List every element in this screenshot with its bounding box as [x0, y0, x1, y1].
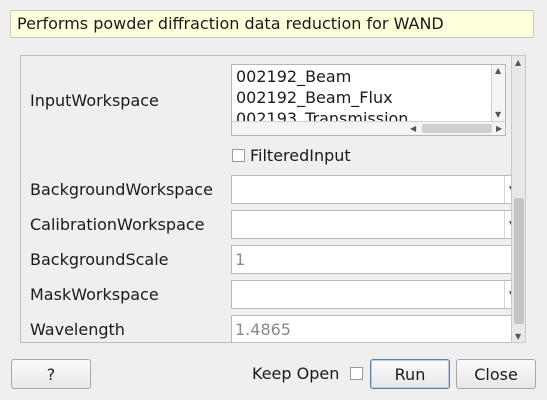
- calibration-workspace-label: CalibrationWorkspace: [30, 215, 205, 234]
- arrow-down-icon[interactable]: ▼: [495, 111, 501, 119]
- close-button[interactable]: Close: [456, 359, 536, 389]
- vertical-scroll-thumb[interactable]: [514, 198, 524, 324]
- arrow-up-icon[interactable]: ▲: [515, 59, 521, 67]
- help-button[interactable]: ?: [11, 359, 91, 389]
- panel-vertical-scrollbar[interactable]: ▲ ▼: [511, 55, 526, 343]
- input-workspace-label: InputWorkspace: [30, 91, 159, 110]
- filtered-input-checkbox[interactable]: [232, 149, 245, 162]
- wavelength-input[interactable]: 1.4865: [231, 315, 521, 342]
- arrow-left-icon[interactable]: ◀: [410, 125, 416, 133]
- arrow-down-icon[interactable]: ▼: [515, 333, 521, 341]
- keep-open-label: Keep Open: [252, 364, 340, 383]
- mask-workspace-combo[interactable]: ▼: [231, 280, 521, 309]
- keep-open-checkbox[interactable]: [350, 367, 363, 380]
- list-item[interactable]: 002192_Beam: [236, 66, 351, 87]
- list-item[interactable]: 002192_Beam_Flux: [236, 87, 393, 108]
- filtered-input-label: FilteredInput: [250, 146, 351, 165]
- arrow-right-icon[interactable]: ▶: [496, 125, 502, 133]
- horizontal-scroll-thumb[interactable]: [422, 124, 492, 133]
- list-vertical-scrollbar[interactable]: ▲ ▼: [491, 65, 505, 122]
- background-scale-input[interactable]: 1: [231, 245, 521, 274]
- background-workspace-label: BackgroundWorkspace: [30, 180, 213, 199]
- algorithm-description: Performs powder diffraction data reducti…: [10, 10, 534, 38]
- run-button[interactable]: Run: [370, 359, 450, 389]
- background-scale-value: 1: [235, 250, 246, 269]
- list-horizontal-scrollbar[interactable]: ◀ ▶: [232, 121, 505, 135]
- properties-panel: InputWorkspace 002192_Beam 002192_Beam_F…: [20, 55, 526, 343]
- arrow-up-icon[interactable]: ▲: [495, 67, 501, 75]
- calibration-workspace-combo[interactable]: ▼: [231, 210, 521, 239]
- background-scale-label: BackgroundScale: [30, 250, 169, 269]
- wavelength-value: 1.4865: [235, 320, 291, 339]
- wavelength-label: Wavelength: [30, 320, 125, 339]
- mask-workspace-label: MaskWorkspace: [30, 285, 159, 304]
- input-workspace-list[interactable]: 002192_Beam 002192_Beam_Flux 002193_Tran…: [231, 64, 506, 136]
- background-workspace-combo[interactable]: ▼: [231, 175, 521, 204]
